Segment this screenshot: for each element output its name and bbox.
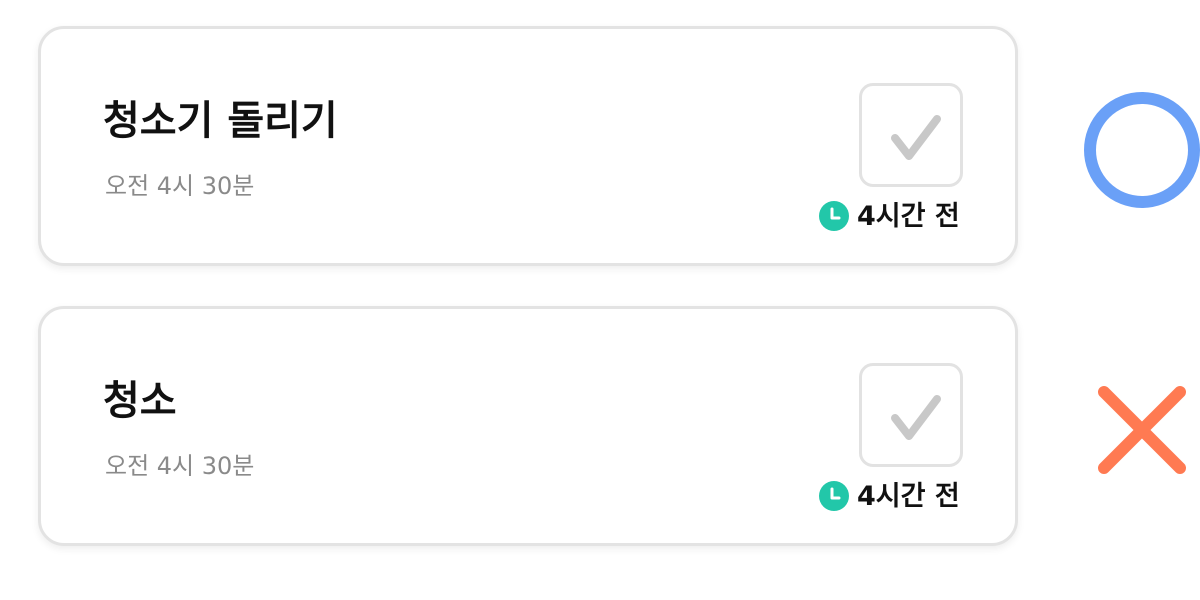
- elapsed-label: 4시간 전: [857, 200, 960, 232]
- checkmark-icon: [891, 115, 941, 160]
- task-title: 청소: [103, 378, 177, 424]
- task-card[interactable]: 청소 오전 4시 30분 4시간 전: [38, 306, 1018, 546]
- clock-icon: [819, 481, 849, 511]
- task-time: 오전 4시 30분: [105, 452, 255, 480]
- task-checkbox[interactable]: [859, 83, 963, 187]
- elapsed-label: 4시간 전: [857, 480, 960, 512]
- task-time: 오전 4시 30분: [105, 172, 255, 200]
- task-list: 청소기 돌리기 오전 4시 30분 4시간 전 청소 오전 4시 30분 4시간…: [0, 0, 1200, 600]
- checkmark-icon: [891, 395, 941, 440]
- task-title: 청소기 돌리기: [103, 98, 338, 144]
- task-card[interactable]: 청소기 돌리기 오전 4시 30분 4시간 전: [38, 26, 1018, 266]
- elapsed-time: 4시간 전: [819, 199, 960, 233]
- task-checkbox[interactable]: [859, 363, 963, 467]
- circle-icon[interactable]: [1080, 88, 1200, 212]
- x-mark-icon[interactable]: [1092, 380, 1192, 480]
- elapsed-time: 4시간 전: [819, 479, 960, 513]
- clock-icon: [819, 201, 849, 231]
